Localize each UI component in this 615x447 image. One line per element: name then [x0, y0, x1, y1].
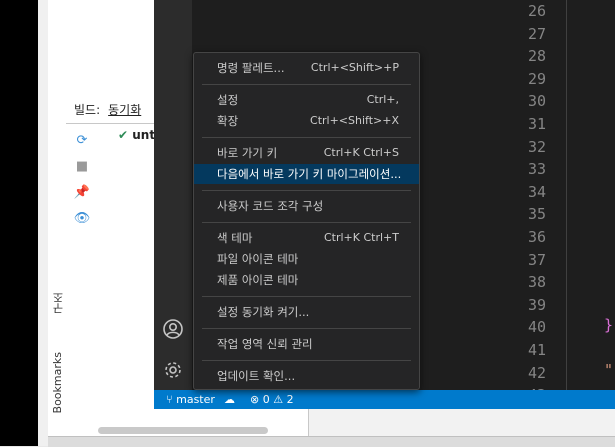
menu-item-label: 업데이트 확인... — [217, 369, 296, 383]
menu-item-label: 명령 팔레트... — [217, 61, 285, 75]
warning-count: 2 — [286, 393, 294, 406]
check-icon: ✔ — [118, 128, 129, 142]
menu-item[interactable]: 명령 팔레트... Ctrl+<Shift>+P — [194, 58, 419, 78]
bookmarks-side-tab[interactable]: Bookmarks — [51, 352, 64, 413]
menu-separator — [202, 360, 411, 361]
line-number: 42 — [527, 363, 546, 382]
line-number: 41 — [527, 340, 546, 359]
menu-item-label: 다음에서 바로 가기 키 마이그레이션... — [217, 167, 402, 181]
line-number: 28 — [527, 47, 546, 66]
sync-result-label: unt — [132, 128, 156, 142]
bottom-toolbar — [48, 436, 615, 447]
line-numbers: 262728293031323334353637383940414243 — [494, 0, 546, 407]
menu-item-shortcut: Ctrl+K Ctrl+S — [323, 146, 399, 159]
menu-item[interactable]: 사용자 코드 조각 구성 — [194, 196, 419, 216]
menu-item-shortcut: Ctrl+<Shift>+X — [310, 114, 399, 127]
menu-separator — [202, 190, 411, 191]
menu-item-shortcut: Ctrl+<Shift>+P — [310, 61, 399, 74]
stop-icon[interactable]: ■ — [70, 157, 94, 177]
menu-separator — [202, 222, 411, 223]
menu-item[interactable]: 작업 영역 신뢰 관리 — [194, 334, 419, 354]
error-icon: ⊗ — [250, 393, 260, 406]
branch-label: master — [176, 393, 215, 406]
line-number: 34 — [527, 182, 546, 201]
line-number: 27 — [527, 24, 546, 43]
eye-icon[interactable]: 👁 — [70, 209, 94, 229]
warning-icon: ⚠ — [273, 393, 284, 406]
structure-label: 구조 — [52, 292, 65, 314]
editor-divider — [566, 0, 567, 390]
sync-cloud-icon[interactable]: ☁ — [224, 392, 235, 407]
line-number: 36 — [527, 227, 546, 246]
menu-item-label: 확장 — [217, 114, 239, 128]
branch-status[interactable]: ⑂ master — [166, 392, 215, 407]
menu-item-label: 설정 동기화 켜기... — [217, 305, 310, 319]
pin-icon[interactable]: 📌 — [70, 183, 94, 203]
refresh-icon[interactable]: ⟳ — [70, 131, 94, 151]
code-quote: " — [604, 361, 614, 379]
line-number: 33 — [527, 160, 546, 179]
git-branch-icon: ⑂ — [166, 393, 173, 406]
menu-item-shortcut: Ctrl+, — [366, 93, 399, 106]
horizontal-scrollbar[interactable] — [98, 427, 268, 434]
manage-menu: 명령 팔레트... Ctrl+<Shift>+P 설정 Ctrl+, 확장 Ctrl+<S… — [193, 52, 420, 390]
menu-item[interactable]: 파일 아이콘 테마 — [194, 249, 419, 269]
left-dark-strip — [0, 0, 38, 446]
menu-item[interactable]: 업데이트 확인... — [194, 366, 419, 386]
tab-sync[interactable]: 동기화 — [108, 103, 141, 117]
sync-result-item[interactable]: ✔ unt — [118, 128, 155, 142]
menu-item[interactable]: 바로 가기 키 Ctrl+K Ctrl+S — [194, 143, 419, 163]
line-number: 37 — [527, 250, 546, 269]
menu-item[interactable]: 설정 동기화 켜기... — [194, 302, 419, 322]
menu-item-label: 색 테마 — [217, 231, 253, 245]
menu-item-label: 설정 — [217, 93, 239, 107]
menu-item[interactable]: 색 테마 Ctrl+K Ctrl+T — [194, 228, 419, 248]
account-icon[interactable] — [162, 318, 184, 340]
line-number: 29 — [527, 69, 546, 88]
line-number: 30 — [527, 92, 546, 111]
menu-item-label: 파일 아이콘 테마 — [217, 252, 299, 266]
error-count: 0 — [262, 393, 270, 406]
status-bar: ⑂ master ☁ ⊗ 0 ⚠ 2 — [154, 390, 615, 409]
code-brace: } — [604, 316, 614, 334]
menu-separator — [202, 328, 411, 329]
bookmarks-label: Bookmarks — [51, 352, 64, 414]
problems-status[interactable]: ⊗ 0 ⚠ 2 — [250, 392, 294, 407]
line-number: 38 — [527, 273, 546, 292]
menu-item-label: 바로 가기 키 — [217, 146, 278, 160]
structure-side-tab[interactable]: 구조 — [51, 292, 67, 314]
line-number: 35 — [527, 205, 546, 224]
menu-separator — [202, 137, 411, 138]
line-number: 31 — [527, 114, 546, 133]
line-number: 32 — [527, 137, 546, 156]
menu-item[interactable]: 제품 아이콘 테마 — [194, 270, 419, 290]
menu-item[interactable]: 다음에서 바로 가기 키 마이그레이션... — [194, 164, 419, 184]
line-number: 39 — [527, 295, 546, 314]
menu-item-label: 사용자 코드 조각 구성 — [217, 199, 324, 213]
tab-build[interactable]: 빌드: — [74, 103, 100, 117]
menu-separator — [202, 296, 411, 297]
menu-item-shortcut: Ctrl+K Ctrl+T — [323, 231, 399, 244]
menu-item-label: 작업 영역 신뢰 관리 — [217, 337, 313, 351]
gear-icon[interactable] — [162, 359, 184, 381]
menu-separator — [202, 84, 411, 85]
menu-item[interactable]: 설정 Ctrl+, — [194, 90, 419, 110]
line-number: 26 — [527, 2, 546, 20]
menu-item-label: 제품 아이콘 테마 — [217, 273, 299, 287]
line-number: 40 — [527, 318, 546, 337]
menu-item[interactable]: 확장 Ctrl+<Shift>+X — [194, 111, 419, 131]
